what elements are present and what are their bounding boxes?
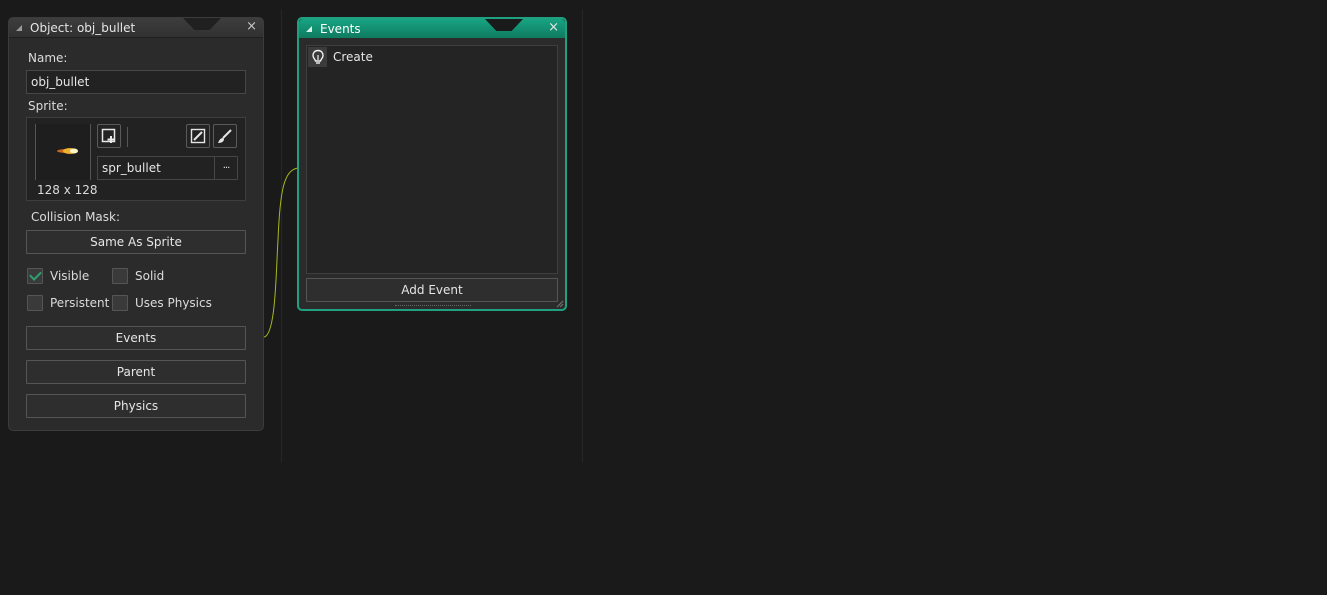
event-item-label: Create	[333, 50, 373, 64]
add-event-button[interactable]: Add Event	[306, 278, 558, 302]
workspace-divider	[582, 10, 583, 462]
object-panel-title: Object: obj_bullet	[30, 20, 136, 35]
event-item-create[interactable]: Create	[308, 47, 373, 67]
events-panel-title: Events	[320, 21, 361, 36]
solid-label: Solid	[135, 269, 165, 283]
name-field[interactable]: obj_bullet	[26, 70, 246, 94]
visible-label: Visible	[50, 269, 90, 283]
physics-button[interactable]: Physics	[26, 394, 246, 418]
sprite-label: Sprite:	[28, 99, 68, 113]
event-list: Create	[306, 45, 558, 274]
titlebar-notch	[485, 19, 523, 31]
sprite-preview[interactable]	[35, 124, 91, 180]
uses-physics-label: Uses Physics	[135, 296, 212, 310]
object-panel-titlebar[interactable]: Object: obj_bullet ×	[9, 18, 263, 38]
visible-checkbox[interactable]	[27, 268, 43, 284]
link-curve	[263, 167, 299, 338]
events-button[interactable]: Events	[26, 326, 246, 350]
browse-sprite-button[interactable]: ···	[214, 156, 238, 180]
new-sprite-button[interactable]	[97, 124, 121, 148]
events-panel: Events × Create Add Event	[297, 17, 567, 311]
toolbar-separator	[127, 127, 128, 147]
collapse-arrow-icon[interactable]	[16, 24, 22, 31]
brush-icon	[218, 129, 232, 143]
close-icon[interactable]: ×	[548, 20, 559, 35]
persistent-label: Persistent	[50, 296, 110, 310]
paint-sprite-button[interactable]	[213, 124, 237, 148]
bullet-sprite-icon	[57, 148, 78, 154]
collision-mask-label: Collision Mask:	[31, 210, 121, 224]
name-label: Name:	[28, 51, 68, 65]
object-panel: Object: obj_bullet × Name: obj_bullet Sp…	[8, 17, 264, 431]
parent-button[interactable]: Parent	[26, 360, 246, 384]
collapse-arrow-icon[interactable]	[306, 25, 312, 32]
close-icon[interactable]: ×	[246, 19, 257, 34]
edit-image-icon	[190, 128, 206, 144]
titlebar-notch	[183, 18, 221, 30]
solid-checkbox[interactable]	[112, 268, 128, 284]
sprite-size: 128 x 128	[37, 183, 98, 197]
sprite-box: 128 x 128 spr_bullet ···	[26, 117, 246, 201]
new-sprite-icon	[101, 128, 116, 143]
events-panel-titlebar[interactable]: Events ×	[299, 19, 565, 38]
workspace: Object: obj_bullet × Name: obj_bullet Sp…	[0, 0, 1327, 595]
resize-grip-bottom[interactable]	[395, 305, 471, 308]
resize-corner-icon[interactable]	[556, 300, 564, 308]
edit-sprite-button[interactable]	[186, 124, 210, 148]
persistent-checkbox[interactable]	[27, 295, 43, 311]
uses-physics-checkbox[interactable]	[112, 295, 128, 311]
collision-mask-button[interactable]: Same As Sprite	[26, 230, 246, 254]
lightbulb-icon	[308, 47, 327, 67]
sprite-name-field[interactable]: spr_bullet	[97, 156, 215, 180]
